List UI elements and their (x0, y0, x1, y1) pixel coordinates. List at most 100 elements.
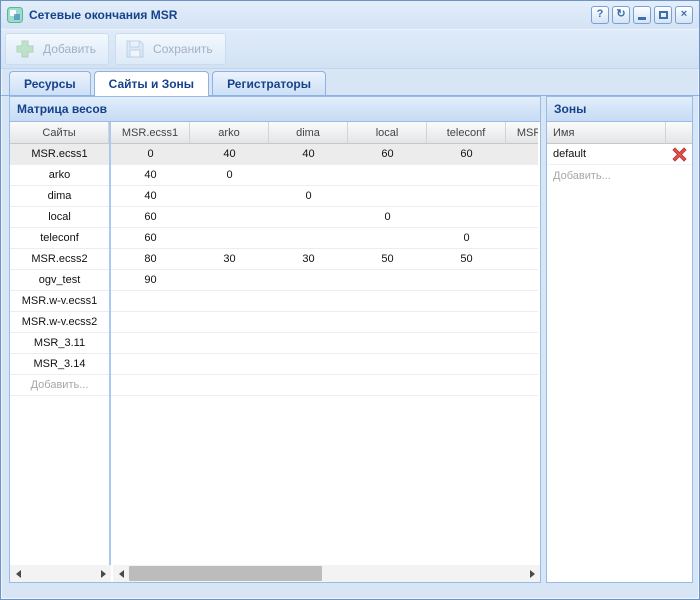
table-row[interactable]: 8030305050 (111, 249, 538, 270)
grid-cell[interactable]: 50 (348, 249, 427, 269)
scroll-left-arrow[interactable] (10, 565, 26, 582)
minimize-button[interactable] (633, 6, 651, 24)
grid-cell[interactable]: 40 (190, 144, 269, 164)
scroll-left-arrow[interactable] (113, 565, 129, 582)
grid-cell[interactable] (190, 291, 269, 311)
grid-cell[interactable]: 50 (427, 249, 506, 269)
grid-cell[interactable] (348, 354, 427, 374)
row-label[interactable]: arko (10, 165, 109, 186)
row-label[interactable]: MSR_3.14 (10, 354, 109, 375)
grid-cell[interactable]: 0 (111, 144, 190, 164)
grid-cell[interactable] (111, 312, 190, 332)
grid-cell[interactable] (190, 333, 269, 353)
grid-cell[interactable] (190, 270, 269, 290)
grid-cell[interactable] (506, 354, 538, 374)
grid-cell[interactable] (190, 354, 269, 374)
grid-cell[interactable] (506, 207, 538, 227)
grid-cell[interactable] (111, 291, 190, 311)
grid-cell[interactable] (427, 165, 506, 185)
grid-cell[interactable] (348, 186, 427, 206)
grid-cell[interactable]: 0 (427, 228, 506, 248)
column-header[interactable]: MSR.ecss2 (506, 122, 538, 144)
delete-zone-button[interactable] (666, 147, 692, 162)
table-row[interactable]: 400 (111, 165, 538, 186)
grid-cell[interactable] (506, 312, 538, 332)
grid-cell[interactable] (506, 228, 538, 248)
grid-cell[interactable] (269, 333, 348, 353)
scroll-thumb[interactable] (129, 566, 322, 581)
row-label[interactable]: MSR.ecss2 (10, 249, 109, 270)
grid-cell[interactable] (348, 312, 427, 332)
grid-cell[interactable] (269, 207, 348, 227)
grid-cell[interactable]: 90 (111, 270, 190, 290)
grid-cell[interactable] (506, 333, 538, 353)
help-button[interactable]: ? (591, 6, 609, 24)
maximize-button[interactable] (654, 6, 672, 24)
grid-cell[interactable] (111, 333, 190, 353)
table-row[interactable]: 90 (111, 270, 538, 291)
column-header[interactable]: dima (269, 122, 348, 144)
grid-cell[interactable] (427, 207, 506, 227)
grid-cell[interactable] (269, 354, 348, 374)
grid-cell[interactable]: 0 (269, 186, 348, 206)
refresh-button[interactable]: ↻ (612, 6, 630, 24)
grid-cell[interactable]: 60 (111, 207, 190, 227)
save-button[interactable]: Сохранить (115, 33, 226, 65)
grid-cell[interactable]: 60 (348, 144, 427, 164)
zone-name-column-header[interactable]: Имя (547, 122, 666, 144)
table-row[interactable] (111, 354, 538, 375)
table-row[interactable]: 60 0 (111, 228, 538, 249)
grid-cell[interactable]: 60 (111, 228, 190, 248)
table-row[interactable] (111, 333, 538, 354)
tab-resources[interactable]: Ресурсы (9, 71, 91, 95)
zones-add-row[interactable]: Добавить... (547, 165, 692, 186)
grid-cell[interactable] (427, 291, 506, 311)
sites-column-header[interactable]: Сайты (10, 122, 109, 144)
grid-cell[interactable] (348, 333, 427, 353)
tab-registrars[interactable]: Регистраторы (212, 71, 326, 95)
grid-cell[interactable]: 40 (111, 186, 190, 206)
tab-sites-zones[interactable]: Сайты и Зоны (94, 71, 209, 96)
add-button[interactable]: Добавить (5, 33, 109, 65)
grid-cell[interactable] (506, 249, 538, 269)
row-label[interactable]: MSR.w-v.ecss1 (10, 291, 109, 312)
grid-cell[interactable] (190, 186, 269, 206)
grid-cell[interactable]: 30 (269, 249, 348, 269)
grid-cell[interactable]: 80 (111, 249, 190, 269)
row-label[interactable]: dima (10, 186, 109, 207)
grid-cell[interactable] (190, 207, 269, 227)
grid-cell[interactable] (427, 270, 506, 290)
grid-cell[interactable]: 30 (190, 249, 269, 269)
matrix-add-row[interactable]: Добавить... (10, 375, 109, 396)
grid-cell[interactable] (269, 291, 348, 311)
grid-cell[interactable] (269, 270, 348, 290)
frozen-col-scrollbar[interactable] (10, 565, 111, 582)
grid-cell[interactable] (269, 228, 348, 248)
grid-cell[interactable] (269, 312, 348, 332)
table-row[interactable]: 600 (111, 207, 538, 228)
grid-cell[interactable] (506, 270, 538, 290)
grid-cell[interactable] (427, 354, 506, 374)
grid-cell[interactable]: 0 (190, 165, 269, 185)
scroll-right-arrow[interactable] (95, 565, 111, 582)
grid-cell[interactable] (190, 312, 269, 332)
table-row[interactable]: 040406060 (111, 144, 538, 165)
zone-row[interactable]: default (547, 144, 692, 165)
grid-cell[interactable]: 40 (269, 144, 348, 164)
grid-cell[interactable] (190, 228, 269, 248)
table-row[interactable]: 40 0 (111, 186, 538, 207)
row-label[interactable]: MSR_3.11 (10, 333, 109, 354)
grid-cell[interactable] (269, 165, 348, 185)
row-label[interactable]: local (10, 207, 109, 228)
close-button[interactable]: × (675, 6, 693, 24)
grid-cell[interactable] (427, 333, 506, 353)
row-label[interactable]: ogv_test (10, 270, 109, 291)
table-row[interactable] (111, 291, 538, 312)
grid-cell[interactable] (348, 228, 427, 248)
grid-cell[interactable] (111, 354, 190, 374)
grid-cell[interactable]: 60 (427, 144, 506, 164)
column-header[interactable]: teleconf (427, 122, 506, 144)
grid-cell[interactable] (348, 270, 427, 290)
row-label[interactable]: MSR.w-v.ecss2 (10, 312, 109, 333)
scroll-right-arrow[interactable] (524, 565, 540, 582)
